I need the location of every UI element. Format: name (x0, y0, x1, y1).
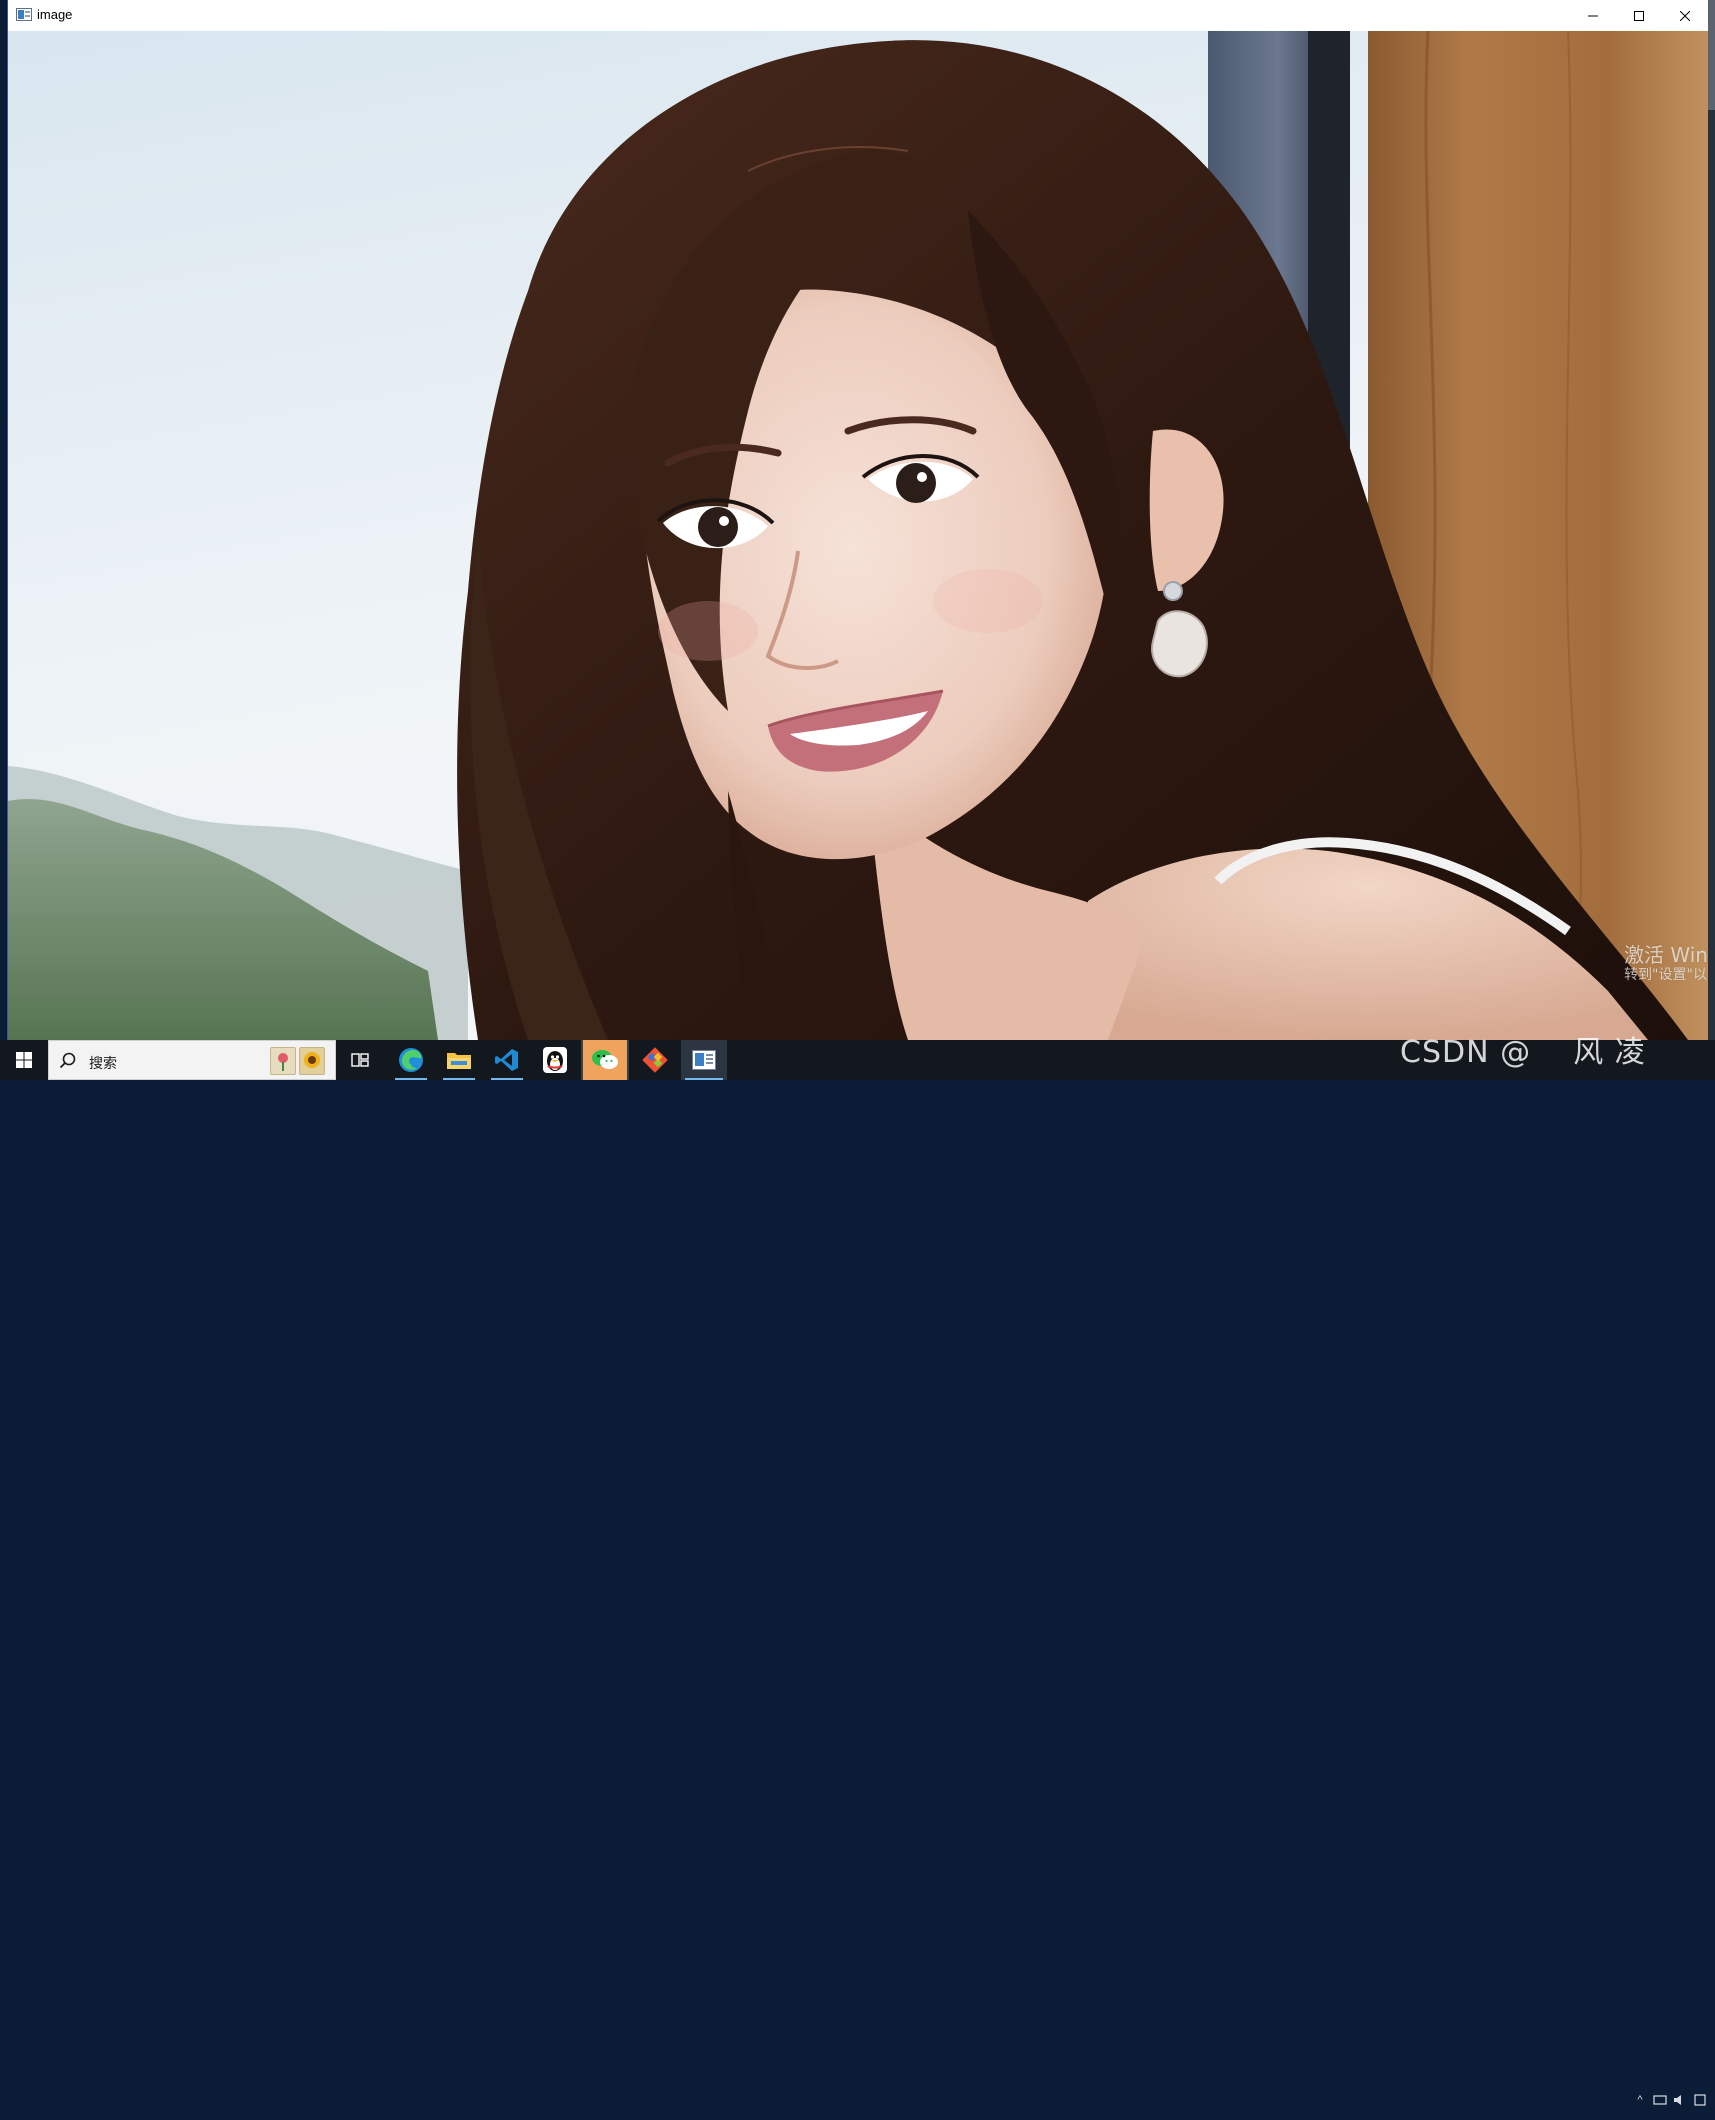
edge-button[interactable] (387, 1040, 435, 1080)
flower-stamp-icon (270, 1047, 296, 1075)
edge-icon (399, 1048, 423, 1072)
vscode-icon (495, 1049, 518, 1071)
folder-icon (447, 1053, 471, 1069)
taskbar-search[interactable]: 搜索 (48, 1040, 336, 1080)
search-icon (59, 1052, 76, 1069)
image-window-taskbar-button[interactable] (681, 1040, 727, 1080)
minimize-button[interactable] (1570, 0, 1616, 31)
wechat-icon (592, 1050, 618, 1069)
wechat-tile (583, 1040, 627, 1080)
notification-icon[interactable] (1693, 2093, 1707, 2107)
file-explorer-button[interactable] (435, 1040, 483, 1080)
wechat-button[interactable] (581, 1040, 629, 1080)
close-icon (1680, 10, 1690, 21)
image-window[interactable]: image 激活 Win 转到"设置"以 (8, 0, 1708, 1040)
background-window-edge-top (1708, 0, 1715, 110)
close-button[interactable] (1662, 0, 1708, 31)
vscode-button[interactable] (483, 1040, 531, 1080)
search-highlight-art (270, 1047, 325, 1075)
git-icon (642, 1047, 668, 1073)
qq-penguin-icon (543, 1047, 567, 1073)
image-canvas: 激活 Win 转到"设置"以 (8, 31, 1708, 1040)
activation-watermark: 激活 Win 转到"设置"以 (1624, 943, 1708, 984)
title-bar[interactable]: image (8, 0, 1708, 32)
qq-button[interactable] (531, 1040, 579, 1080)
watermark-line2: 转到"设置"以 (1624, 967, 1707, 983)
tray-overflow-icon[interactable]: ^ (1633, 2093, 1647, 2107)
csdn-author-watermark: CSDN @ 风 凌 (1400, 1035, 1646, 1070)
system-tray: ^ (1633, 2080, 1715, 2120)
image-window-icon (692, 1050, 716, 1070)
windows-logo-icon (16, 1052, 32, 1068)
watermark-line1: 激活 Win (1624, 943, 1708, 967)
network-icon[interactable] (1653, 2093, 1667, 2107)
git-button[interactable] (631, 1040, 679, 1080)
start-button[interactable] (0, 1040, 48, 1080)
app-window-icon (16, 8, 32, 21)
maximize-icon (1634, 10, 1644, 21)
volume-icon[interactable] (1673, 2093, 1687, 2107)
maximize-button[interactable] (1616, 0, 1662, 31)
background-window-edge (1708, 0, 1715, 1040)
task-view-button[interactable] (336, 1040, 384, 1080)
sunflower-stamp-icon (299, 1047, 325, 1075)
search-placeholder: 搜索 (89, 1055, 117, 1071)
minimize-icon (1588, 15, 1598, 16)
window-title: image (37, 7, 73, 22)
task-view-icon (351, 1053, 369, 1067)
portrait-photo (8, 31, 1708, 1040)
